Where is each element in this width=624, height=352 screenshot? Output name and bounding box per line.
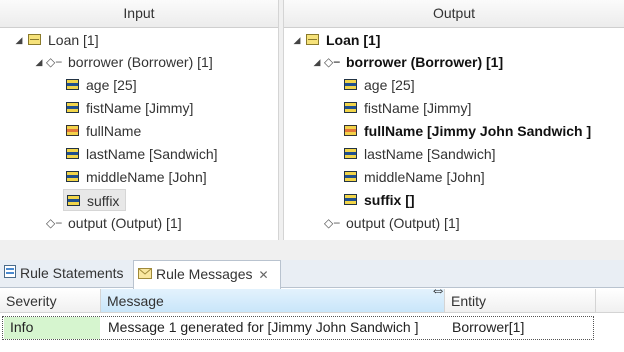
tree-node-label: suffix []: [364, 192, 415, 208]
tree-node-label: fistName [Jimmy]: [86, 100, 194, 116]
attribute-icon: [66, 148, 79, 159]
tab-label: Rule Statements: [20, 265, 124, 282]
expand-triangle-icon[interactable]: ◢: [34, 51, 44, 73]
close-icon[interactable]: ✕: [259, 268, 269, 282]
tree-node-label: fullName: [86, 123, 142, 139]
attribute-icon: [344, 194, 357, 205]
tree-node-label: age [25]: [364, 77, 415, 93]
tree-node-label: suffix: [87, 193, 120, 209]
entity-icon: [28, 34, 41, 45]
tree-node-label: borrower (Borrower) [1]: [68, 54, 213, 70]
output-pane: Output ◢ Loan [1] ◢ ◇− borrower (Borrowe…: [283, 0, 624, 240]
attribute-icon: [344, 79, 357, 90]
tree-node-label: lastName [Sandwich]: [86, 146, 218, 162]
attribute-orange-icon: [344, 125, 357, 136]
attribute-icon: [66, 102, 79, 113]
attribute-icon: [66, 79, 79, 90]
tree-node-label: middleName [John]: [364, 169, 485, 185]
attribute-icon: [67, 195, 80, 206]
view-tab-bar: Rule Statements Rule Messages ✕: [0, 260, 624, 289]
tree-node-suffix-selected[interactable]: suffix: [63, 189, 126, 211]
tree-node-label: lastName [Sandwich]: [364, 146, 496, 162]
tree-node-label: Loan [1]: [326, 32, 381, 48]
attribute-icon: [344, 171, 357, 182]
tree-node-label: fistName [Jimmy]: [364, 100, 472, 116]
column-header-entity[interactable]: Entity: [445, 289, 596, 313]
entity-icon: [306, 34, 319, 45]
association-icon: ◇−: [324, 216, 341, 230]
message-cell: Message 1 generated for [Jimmy John Sand…: [108, 319, 419, 335]
envelope-icon: [138, 261, 152, 288]
attribute-icon: [344, 102, 357, 113]
horizontal-splitter[interactable]: [0, 240, 624, 260]
tab-rule-messages[interactable]: Rule Messages ✕: [133, 260, 281, 289]
rule-messages-table: Severity Message Entity Info Message 1 g…: [0, 289, 624, 352]
expand-triangle-icon[interactable]: ◢: [292, 29, 302, 51]
column-header-message[interactable]: Message: [101, 289, 445, 313]
attribute-icon: [66, 171, 79, 182]
output-pane-header: Output: [284, 0, 624, 28]
tree-node-label: Loan [1]: [48, 32, 99, 48]
tab-rule-statements[interactable]: Rule Statements: [0, 260, 132, 288]
input-pane: Input ◢ Loan [1] ◢ ◇− borrower (Borrower…: [0, 0, 279, 240]
association-icon: ◇−: [46, 216, 63, 230]
association-icon: ◇−: [324, 55, 341, 69]
tree-node-label: output (Output) [1]: [346, 215, 460, 231]
entity-cell: Borrower[1]: [452, 319, 525, 335]
column-header-severity[interactable]: Severity: [0, 289, 101, 313]
tree-node-label: output (Output) [1]: [68, 215, 182, 231]
tree-node-label: age [25]: [86, 77, 137, 93]
attribute-orange-icon: [66, 125, 79, 136]
severity-cell: Info: [4, 317, 100, 339]
association-icon: ◇−: [46, 55, 63, 69]
input-pane-header: Input: [0, 0, 278, 28]
attribute-icon: [344, 148, 357, 159]
tree-node-label: middleName [John]: [86, 169, 207, 185]
column-resize-cursor-icon: ⇔: [430, 282, 446, 299]
tree-node-label: borrower (Borrower) [1]: [346, 54, 504, 70]
expand-triangle-icon[interactable]: ◢: [14, 29, 24, 51]
rule-statements-icon: [4, 260, 16, 287]
tree-node-label: fullName [Jimmy John Sandwich ]: [364, 123, 592, 139]
tab-label: Rule Messages: [156, 266, 253, 283]
expand-triangle-icon[interactable]: ◢: [312, 51, 322, 73]
column-header-filler: [596, 289, 624, 313]
